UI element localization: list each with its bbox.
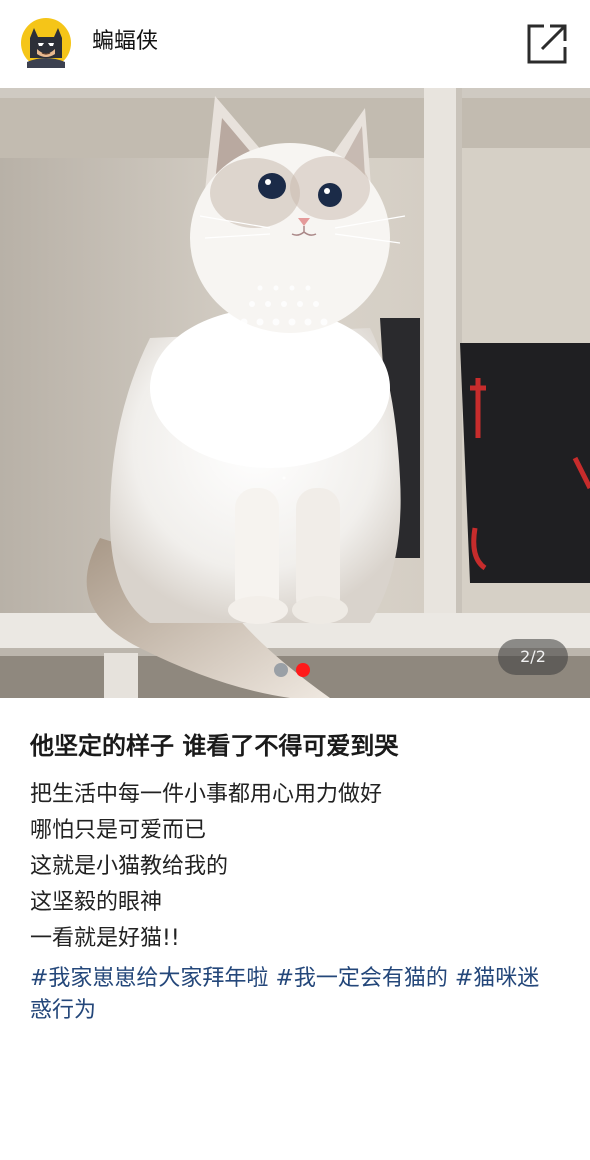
post-header: 蝙蝠侠 [0,0,590,88]
image-counter-badge: 2/2 [498,639,568,675]
cat-photo [0,88,590,698]
post-body-line: 这就是小猫教给我的 [30,854,229,879]
page-dot-1[interactable] [274,663,288,677]
hashtag-link[interactable]: #我一定会有猫的 [275,966,447,991]
pagination-dots [274,663,310,677]
avatar[interactable] [21,18,71,68]
page-dot-2[interactable] [296,663,310,677]
share-external-icon [527,24,567,64]
username[interactable]: 蝙蝠侠 [92,27,158,57]
post-photo[interactable]: 2/2 [0,88,590,698]
post-body-line: 这坚毅的眼神 [30,890,163,915]
hashtag-list: #我家崽崽给大家拜年啦 #我一定会有猫的 #猫咪迷惑行为 [30,963,560,1027]
share-button[interactable] [524,21,570,67]
post-body-line: 把生活中每一件小事都用心用力做好 [30,782,383,807]
post-body-line: 哪怕只是可爱而已 [30,818,207,843]
post-body: 把生活中每一件小事都用心用力做好 哪怕只是可爱而已 这就是小猫教给我的 这坚毅的… [30,777,560,957]
hashtag-link[interactable]: #我家崽崽给大家拜年啦 [30,966,268,991]
post-title: 他坚定的样子 谁看了不得可爱到哭 [30,732,399,760]
post-body-line: 一看就是好猫!! [30,926,180,951]
post-content: 他坚定的样子 谁看了不得可爱到哭 把生活中每一件小事都用心用力做好 哪怕只是可爱… [0,729,590,1027]
batman-avatar-icon [21,18,71,68]
